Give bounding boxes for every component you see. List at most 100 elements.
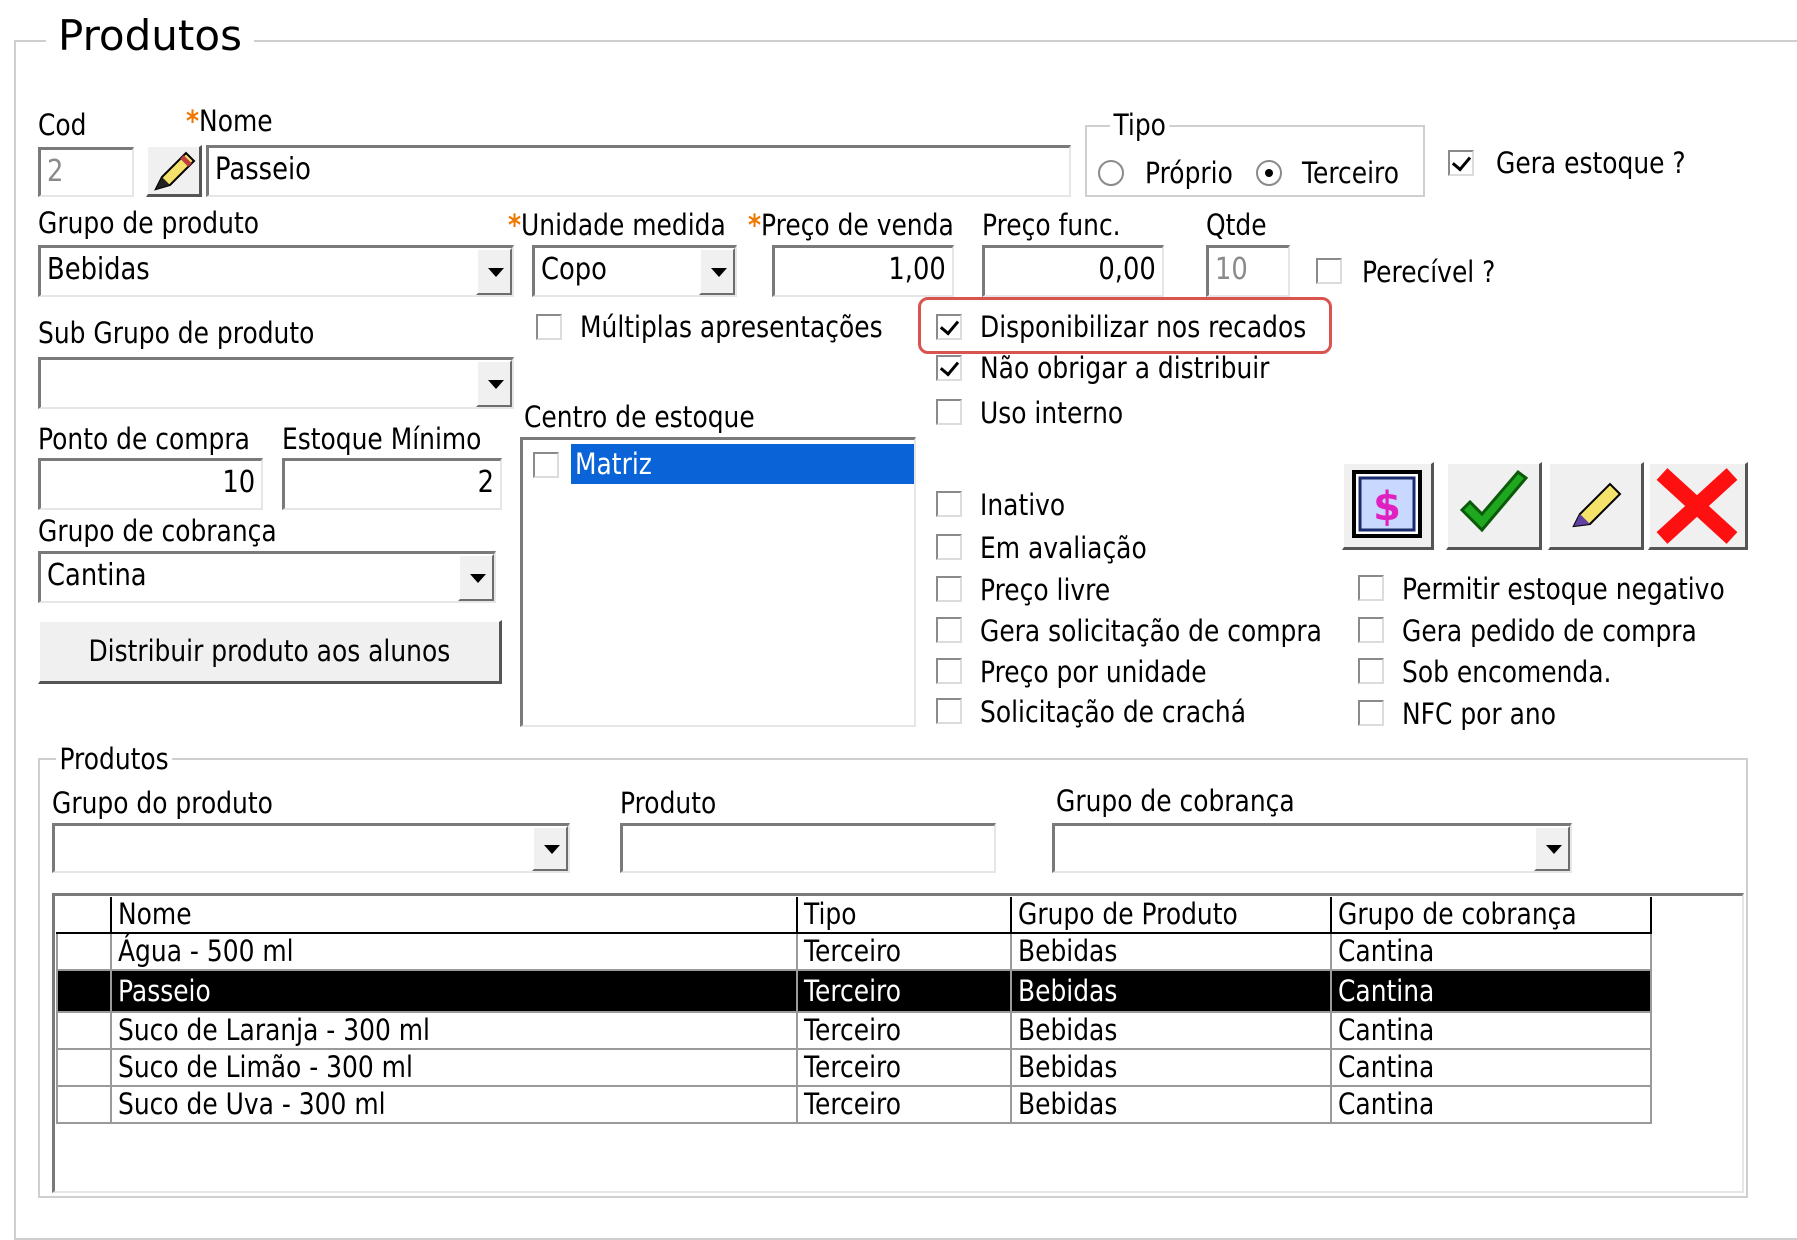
cancel-button[interactable] [1648,462,1748,550]
clear-button[interactable] [1548,462,1644,550]
perecivel-checkbox[interactable] [1316,258,1342,284]
matriz-checkbox[interactable] [533,452,559,478]
em-avaliacao-label[interactable]: Em avaliação [980,531,1147,565]
preco-livre-label[interactable]: Preço livre [980,573,1110,607]
cell-nome[interactable]: Suco de Limão - 300 ml [110,1048,798,1087]
tipo-terceiro-radio[interactable] [1256,160,1282,186]
cell-tipo[interactable]: Terceiro [796,1085,1012,1124]
perecivel-label[interactable]: Perecível ? [1362,255,1495,289]
preco-por-unidade-checkbox[interactable] [936,658,962,684]
tipo-proprio-label[interactable]: Próprio [1145,156,1233,190]
row-indicator[interactable] [56,969,112,1013]
preco-por-unidade-label[interactable]: Preço por unidade [980,655,1207,689]
list-item[interactable]: Matriz [527,444,914,484]
sob-encomenda-label[interactable]: Sob encomenda. [1402,655,1611,689]
nao-obrigar-distribuir-checkbox[interactable] [936,355,962,381]
cell-tipo[interactable]: Terceiro [796,969,1012,1013]
cell-tipo[interactable]: Terceiro [796,932,1012,971]
filter-grupo-produto-select[interactable] [52,823,570,873]
tipo-terceiro-label[interactable]: Terceiro [1302,156,1399,190]
chevron-down-icon[interactable] [458,554,494,601]
filter-grupo-cobranca-select[interactable] [1052,823,1572,873]
centro-estoque-list[interactable]: Matriz [520,437,916,727]
gera-estoque-label[interactable]: Gera estoque ? [1496,146,1686,180]
preco-venda-input[interactable]: 1,00 [772,245,954,297]
qtde-field[interactable]: 10 [1206,245,1290,297]
cell-nome[interactable]: Passeio [110,969,798,1013]
gera-pedido-compra-label[interactable]: Gera pedido de compra [1402,614,1697,648]
column-header-nome[interactable]: Nome [111,897,798,934]
chevron-down-icon[interactable] [699,248,735,295]
cell-grupo-produto[interactable]: Bebidas [1010,932,1332,971]
cell-grupo-produto[interactable]: Bebidas [1010,969,1332,1013]
chevron-down-icon[interactable] [476,248,512,295]
multiplas-apresentacoes-label[interactable]: Múltiplas apresentações [580,310,883,344]
permitir-estoque-negativo-label[interactable]: Permitir estoque negativo [1402,572,1725,606]
multiplas-apresentacoes-checkbox[interactable] [536,314,562,340]
column-header-grupo-produto[interactable]: Grupo de Produto [1011,897,1332,934]
em-avaliacao-checkbox[interactable] [936,534,962,560]
row-indicator[interactable] [56,932,112,971]
preco-func-input[interactable]: 0,00 [982,245,1164,297]
table-row[interactable]: Suco de Limão - 300 ml Terceiro Bebidas … [56,1048,1652,1087]
row-indicator[interactable] [56,1011,112,1050]
chevron-down-icon[interactable] [476,360,512,407]
table-row[interactable]: Água - 500 ml Terceiro Bebidas Cantina [56,932,1652,971]
row-indicator[interactable] [56,1048,112,1087]
price-button[interactable]: $ [1342,462,1434,550]
filter-produto-input[interactable] [620,823,996,873]
uso-interno-checkbox[interactable] [936,399,962,425]
edit-pencil-button[interactable] [146,145,202,197]
ponto-compra-input[interactable]: 10 [38,458,263,510]
gera-solicitacao-compra-checkbox[interactable] [936,617,962,643]
cell-grupo-produto[interactable]: Bebidas [1010,1085,1332,1124]
cell-nome[interactable]: Água - 500 ml [110,932,798,971]
solicitacao-cracha-label[interactable]: Solicitação de crachá [980,695,1246,729]
grupo-produto-select[interactable]: Bebidas [38,245,514,297]
table-row-selected[interactable]: Passeio Terceiro Bebidas Cantina [56,969,1652,1013]
row-indicator[interactable] [56,1085,112,1124]
confirm-button[interactable] [1446,462,1542,550]
cell-grupo-cobranca[interactable]: Cantina [1330,1011,1652,1050]
sob-encomenda-checkbox[interactable] [1358,658,1384,684]
cell-grupo-cobranca[interactable]: Cantina [1330,969,1652,1013]
cell-grupo-cobranca[interactable]: Cantina [1330,1085,1652,1124]
preco-livre-checkbox[interactable] [936,576,962,602]
gera-pedido-compra-checkbox[interactable] [1358,617,1384,643]
sub-grupo-select[interactable] [38,357,514,409]
cod-field[interactable]: 2 [38,147,134,197]
inativo-label[interactable]: Inativo [980,488,1065,522]
column-header-tipo[interactable]: Tipo [797,897,1012,934]
cell-tipo[interactable]: Terceiro [796,1048,1012,1087]
grupo-cobranca-select[interactable]: Cantina [38,551,496,603]
cell-grupo-produto[interactable]: Bebidas [1010,1011,1332,1050]
disponibilizar-recados-checkbox[interactable] [936,314,962,340]
cell-grupo-cobranca[interactable]: Cantina [1330,1048,1652,1087]
uso-interno-label[interactable]: Uso interno [980,396,1123,430]
gera-solicitacao-compra-label[interactable]: Gera solicitação de compra [980,614,1322,648]
disponibilizar-recados-label[interactable]: Disponibilizar nos recados [980,310,1306,344]
solicitacao-cracha-checkbox[interactable] [936,698,962,724]
gera-estoque-checkbox[interactable] [1448,150,1474,176]
table-row[interactable]: Suco de Laranja - 300 ml Terceiro Bebida… [56,1011,1652,1050]
cell-nome[interactable]: Suco de Laranja - 300 ml [110,1011,798,1050]
nao-obrigar-distribuir-label[interactable]: Não obrigar a distribuir [980,351,1269,385]
permitir-estoque-negativo-checkbox[interactable] [1358,575,1384,601]
tipo-proprio-radio[interactable] [1098,160,1124,186]
unidade-medida-select[interactable]: Copo [532,245,737,297]
inativo-checkbox[interactable] [936,491,962,517]
table-row[interactable]: Suco de Uva - 300 ml Terceiro Bebidas Ca… [56,1085,1652,1124]
nfc-por-ano-checkbox[interactable] [1358,700,1384,726]
matriz-item-label[interactable]: Matriz [571,444,914,484]
nome-input[interactable]: Passeio [206,145,1071,197]
cell-grupo-produto[interactable]: Bebidas [1010,1048,1332,1087]
cell-nome[interactable]: Suco de Uva - 300 ml [110,1085,798,1124]
estoque-minimo-input[interactable]: 2 [282,458,502,510]
cell-grupo-cobranca[interactable]: Cantina [1330,932,1652,971]
nfc-por-ano-label[interactable]: NFC por ano [1402,697,1556,731]
chevron-down-icon[interactable] [1534,826,1570,871]
cell-tipo[interactable]: Terceiro [796,1011,1012,1050]
chevron-down-icon[interactable] [532,826,568,871]
column-header-grupo-cobranca[interactable]: Grupo de cobrança [1331,897,1652,934]
distribuir-produto-button[interactable]: Distribuir produto aos alunos [38,620,502,684]
